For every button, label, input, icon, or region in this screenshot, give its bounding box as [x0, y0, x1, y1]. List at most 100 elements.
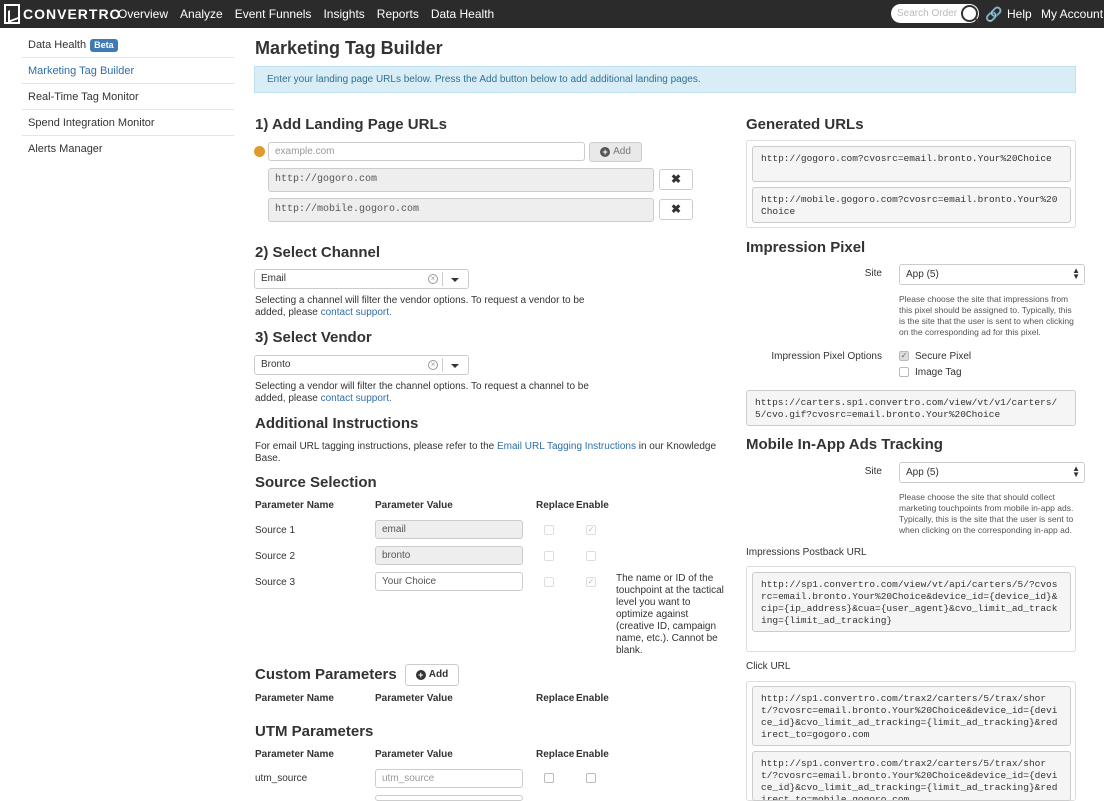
mobile-site-select[interactable]: App (5) ▲ ▼: [899, 462, 1085, 483]
vendor-help: Selecting a vendor will filter the chann…: [255, 381, 605, 405]
nav-data-health[interactable]: Data Health: [431, 7, 494, 21]
secure-pixel-checkbox[interactable]: ✓: [899, 351, 909, 361]
search-icon[interactable]: [961, 5, 978, 22]
updown-arrow-icon: ▲ ▼: [1072, 266, 1080, 281]
help-link[interactable]: Help: [1007, 7, 1032, 21]
nav-overview[interactable]: Overview: [118, 7, 168, 21]
chevron-down-icon[interactable]: [451, 364, 459, 368]
source-value-input[interactable]: Your Choice: [375, 572, 523, 591]
image-tag-checkbox[interactable]: [899, 367, 909, 377]
plus-circle-icon: +: [600, 147, 611, 157]
search-orders-input[interactable]: [895, 6, 959, 21]
enable-checkbox[interactable]: [586, 773, 596, 783]
click-url[interactable]: http://sp1.convertro.com/trax2/carters/5…: [752, 686, 1071, 746]
impressions-postback-url[interactable]: http://sp1.convertro.com/view/vt/api/car…: [752, 572, 1071, 632]
replace-checkbox[interactable]: [544, 551, 554, 561]
col-enable: Enable: [576, 693, 609, 704]
nav-insights[interactable]: Insights: [323, 7, 364, 21]
sidebar-item-label: Data Health: [28, 39, 87, 51]
clear-icon[interactable]: ×: [428, 274, 438, 284]
mobile-in-app-heading: Mobile In-App Ads Tracking: [746, 436, 943, 453]
instructions-pre: For email URL tagging instructions, plea…: [255, 441, 495, 452]
search-box: [891, 4, 979, 23]
replace-checkbox[interactable]: [544, 525, 554, 535]
vendor-select[interactable]: Bronto ×: [254, 355, 469, 375]
utm-parameters-heading: UTM Parameters: [255, 723, 374, 740]
contact-support-link[interactable]: contact support.: [321, 307, 392, 318]
col-parameter-value: Parameter Value: [375, 500, 453, 511]
nav-event-funnels[interactable]: Event Funnels: [235, 7, 312, 21]
remove-url-button[interactable]: ✖: [659, 199, 693, 220]
channel-select[interactable]: Email ×: [254, 269, 469, 289]
add-custom-parameter-button[interactable]: + Add: [405, 664, 459, 686]
add-url-button[interactable]: + Add: [589, 142, 642, 162]
click-url[interactable]: http://sp1.convertro.com/trax2/carters/5…: [752, 751, 1071, 801]
impression-site-select[interactable]: App (5) ▲ ▼: [899, 264, 1085, 285]
utm-next-input[interactable]: [375, 795, 523, 801]
sidebar-item-spend-integration-monitor[interactable]: Spend Integration Monitor: [22, 110, 234, 136]
image-tag-label: Image Tag: [915, 367, 962, 378]
impressions-postback-label: Impressions Postback URL: [746, 547, 867, 558]
instructions-text: For email URL tagging instructions, plea…: [255, 441, 720, 465]
col-enable: Enable: [576, 500, 609, 511]
utm-source-input[interactable]: [375, 769, 523, 788]
landing-url-entry: http://mobile.gogoro.com: [268, 198, 654, 222]
col-replace: Replace: [536, 749, 575, 760]
site-value: App (5): [906, 269, 939, 280]
my-account-link[interactable]: My Account: [1041, 7, 1103, 21]
beta-badge: Beta: [90, 39, 118, 52]
impression-pixel-heading: Impression Pixel: [746, 239, 866, 256]
brand-logo[interactable]: CONVERTRO: [4, 4, 121, 24]
main-nav: Overview Analyze Event Funnels Insights …: [118, 7, 506, 21]
col-replace: Replace: [536, 500, 575, 511]
channel-value: Email: [261, 273, 287, 284]
plus-circle-icon: +: [415, 670, 426, 680]
select-divider: [442, 272, 443, 286]
replace-checkbox[interactable]: [544, 773, 554, 783]
clear-icon[interactable]: ×: [428, 360, 438, 370]
enable-checkbox[interactable]: ✓: [586, 525, 596, 535]
impression-pixel-options-label: Impression Pixel Options: [771, 351, 882, 362]
sidebar-item-label: Alerts Manager: [28, 143, 103, 155]
vendor-value: Bronto: [261, 359, 291, 370]
channel-help-text: Selecting a channel will filter the vend…: [255, 295, 585, 318]
landing-url-input[interactable]: [268, 142, 585, 161]
sidebar-item-real-time-tag-monitor[interactable]: Real-Time Tag Monitor: [22, 84, 234, 110]
convertro-logo-icon: [4, 4, 20, 24]
replace-checkbox[interactable]: [544, 577, 554, 587]
nav-reports[interactable]: Reports: [377, 7, 419, 21]
custom-parameters-heading: Custom Parameters: [255, 666, 397, 683]
brand-name: CONVERTRO: [23, 6, 122, 22]
site-value: App (5): [906, 467, 939, 478]
sidebar-item-alerts-manager[interactable]: Alerts Manager: [22, 136, 234, 162]
sidebar-item-data-health[interactable]: Data Health Beta: [22, 32, 234, 58]
add-url-label: Add: [613, 146, 631, 157]
generated-url[interactable]: http://gogoro.com?cvosrc=email.bronto.Yo…: [752, 146, 1071, 182]
source-name: Source 3: [255, 577, 296, 588]
col-parameter-value: Parameter Value: [375, 693, 453, 704]
sidebar-item-marketing-tag-builder[interactable]: Marketing Tag Builder: [22, 58, 234, 84]
generated-url[interactable]: http://mobile.gogoro.com?cvosrc=email.br…: [752, 187, 1071, 223]
source-selection-heading: Source Selection: [255, 474, 377, 491]
secure-pixel-label: Secure Pixel: [915, 351, 972, 362]
nav-analyze[interactable]: Analyze: [180, 7, 223, 21]
link-icon[interactable]: 🔗: [985, 6, 1002, 23]
add-urls-heading: 1) Add Landing Page URLs: [255, 116, 447, 133]
impression-pixel-url[interactable]: https://carters.sp1.convertro.com/view/v…: [746, 390, 1076, 426]
additional-instructions-heading: Additional Instructions: [255, 415, 419, 432]
enable-checkbox[interactable]: ✓: [586, 577, 596, 587]
source-name: Source 2: [255, 551, 296, 562]
landing-url-entry: http://gogoro.com: [268, 168, 654, 192]
select-channel-heading: 2) Select Channel: [255, 244, 381, 261]
email-url-tagging-link[interactable]: Email URL Tagging Instructions: [497, 441, 636, 452]
chevron-down-icon[interactable]: [451, 278, 459, 282]
select-divider: [442, 358, 443, 372]
sidebar-item-label: Real-Time Tag Monitor: [28, 91, 139, 103]
enable-checkbox[interactable]: [586, 551, 596, 561]
contact-support-link[interactable]: contact support.: [321, 393, 392, 404]
select-vendor-heading: 3) Select Vendor: [255, 329, 372, 346]
channel-help: Selecting a channel will filter the vend…: [255, 295, 605, 319]
remove-url-button[interactable]: ✖: [659, 169, 693, 190]
mobile-site-help: Please choose the site that should colle…: [899, 492, 1074, 535]
col-parameter-name: Parameter Name: [255, 500, 334, 511]
